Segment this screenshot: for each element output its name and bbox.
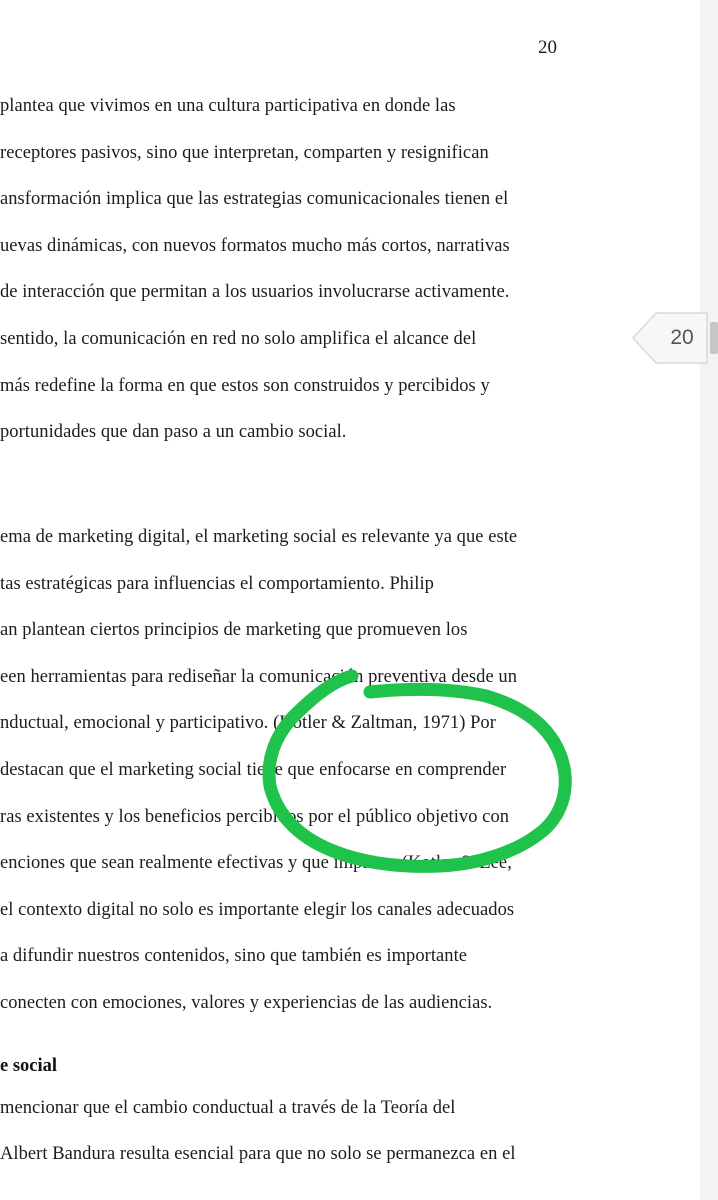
text-line: mencionar que el cambio conductual a tra… — [0, 1098, 456, 1118]
text-line: ansformación implica que las estrategias… — [0, 189, 509, 209]
text-line: enciones que sean realmente efectivas y … — [0, 853, 512, 873]
text-line: een herramientas para rediseñar la comun… — [0, 667, 517, 687]
text-line: ras existentes y los beneficios percibid… — [0, 807, 510, 827]
text-line: uevas dinámicas, con nuevos formatos muc… — [0, 236, 510, 256]
page-indicator[interactable]: 20 — [632, 312, 708, 364]
page-number: 20 — [538, 37, 557, 58]
text-line: conecten con emociones, valores y experi… — [0, 993, 493, 1013]
text-line: sentido, la comunicación en red no solo … — [0, 329, 477, 349]
text-line: a difundir nuestros contenidos, sino que… — [0, 946, 468, 966]
scrollbar-track[interactable] — [700, 0, 718, 1200]
text-line: nductual, emocional y participativo. (Ko… — [0, 713, 496, 733]
text-line: tas estratégicas para influencias el com… — [0, 574, 434, 594]
text-line: ema de marketing digital, el marketing s… — [0, 527, 518, 547]
section-heading: e social — [0, 1056, 58, 1076]
document-page: 20 plantea que vivimos en una cultura pa… — [0, 0, 700, 1200]
text-line: an plantean ciertos principios de market… — [0, 620, 468, 640]
text-line: Albert Bandura resulta esencial para que… — [0, 1144, 516, 1164]
page-indicator-label: 20 — [670, 326, 694, 349]
text-line: destacan que el marketing social tiene q… — [0, 760, 507, 780]
text-line: el contexto digital no solo es important… — [0, 900, 515, 920]
text-line: más redefine la forma en que estos son c… — [0, 376, 490, 396]
text-line: receptores pasivos, sino que interpretan… — [0, 143, 489, 163]
text-line: de interacción que permitan a los usuari… — [0, 282, 510, 302]
text-line: plantea que vivimos en una cultura parti… — [0, 96, 456, 116]
scrollbar-thumb[interactable] — [710, 322, 718, 354]
text-line: portunidades que dan paso a un cambio so… — [0, 422, 347, 442]
